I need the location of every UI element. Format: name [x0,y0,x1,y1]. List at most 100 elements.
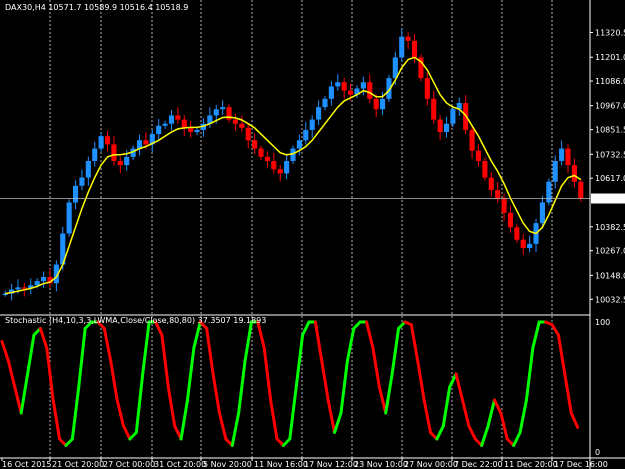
time-label: 27 Nov 00:00 [404,460,458,469]
candle-body [514,227,520,240]
candle-body [34,281,40,286]
stochastic-segment [492,398,503,415]
stochastic-segment [377,385,388,415]
candle-body [258,148,264,157]
stochastic-segment [454,372,464,402]
candle-body [284,161,290,174]
candle-body [495,190,501,199]
candle-body [175,115,181,120]
stochastic-segment [467,424,477,441]
stochastic-segment [192,320,202,350]
price-label: 10032.5 [595,295,625,304]
candle-body [111,144,117,161]
candle-body [578,181,584,199]
candle-body [181,119,187,128]
candle-body [559,148,565,161]
stochastic-segment [160,333,170,389]
stochastic-segment [531,320,541,350]
price-label: 10267.0 [595,247,625,256]
stochastic-segment [230,411,241,447]
stochastic-segment [0,340,10,363]
time-label: 17 Dec 16:00 [554,460,608,469]
vertical-grid [49,0,553,458]
stochastic-segment [115,398,126,428]
candle-body [98,136,104,149]
candle-body [450,109,456,124]
candle-body [232,119,238,124]
stochastic-segment [269,398,279,441]
candle-body [360,82,366,89]
time-label: 23 Nov 10:00 [354,460,408,469]
candle-body [156,125,162,135]
stochastic-segment [217,411,228,441]
price-label: 10382.5 [595,223,625,232]
stochastic-segment [179,398,189,441]
candle-body [143,140,149,145]
stochastic-segment [134,372,145,434]
stochastic-segment [102,327,113,363]
candle-body [316,107,322,120]
stochastic-segment [141,320,151,376]
candle-body [41,277,47,282]
indicator-info-label: Stochastic (H4,10,3,3,LWMA,Close/Close,8… [5,316,267,325]
time-label: 31 Oct 20:00 [154,460,206,469]
candle-body [117,161,123,166]
stochastic-series [0,320,580,447]
time-label: 16 Oct 2015 [2,460,51,469]
time-label: 21 Oct 20:00 [52,460,104,469]
stochastic-segment [51,398,62,441]
stochastic-segment [166,385,177,428]
time-label: 27 Oct 00:00 [103,460,155,469]
candle-body [277,169,283,174]
price-label: 10732.5 [595,150,625,159]
stochastic-segment [435,424,445,441]
candle-body [482,161,488,178]
candle-body [296,140,302,149]
candle-body [520,239,526,248]
stochastic-segment [563,372,573,415]
time-label: 11 Nov 16:00 [254,460,308,469]
stochastic-segment [109,359,119,402]
stochastic-segment [371,346,381,389]
stochastic-segment [460,398,471,428]
price-label: 11086.0 [595,77,625,86]
price-axis: 11320.5 11201.0 11086.0 10967.0 10851.5 10732… [590,28,625,304]
stochastic-segment [486,398,496,428]
price-label: 10851.5 [595,126,625,135]
candle-body [475,150,482,161]
candle-body [271,161,277,170]
time-label: 5 Nov 20:00 [203,460,252,469]
candle-body [552,161,558,182]
stochastic-segment [416,359,426,402]
stochastic-segment [345,327,356,363]
stochastic-segment [6,359,17,389]
chart-borders [0,0,625,469]
moving-average-line [5,56,582,295]
price-label: 10967.0 [595,102,625,111]
candle-body [79,177,85,186]
stochastic-segment [480,424,490,447]
candle-body [501,198,507,213]
stochastic-segment [569,411,580,429]
candle-body [85,161,91,178]
oscillator-label: 100 [595,318,610,327]
time-axis: 16 Oct 2015 21 Oct 20:0027 Oct 00:0031 Oc… [1,458,608,469]
price-label: 11201.0 [595,53,625,62]
candle-body [527,243,533,248]
chart-window[interactable]: 11320.5 11201.0 11086.0 10967.0 10851.5 10732… [0,0,625,469]
stochastic-segment [77,327,87,389]
candle-body [443,123,450,132]
candle-body [239,123,245,128]
candle-body [411,40,418,58]
candle-body [348,90,354,95]
stochastic-segment [256,320,266,350]
time-label: 17 Nov 12:00 [304,460,358,469]
stochastic-segment [550,323,560,337]
candle-body [220,107,226,110]
candle-body [507,212,514,228]
stochastic-segment [13,385,23,415]
stochastic-segment [301,320,311,337]
candle-body [21,287,27,289]
stochastic-segment [26,333,36,376]
candle-body [431,98,437,120]
